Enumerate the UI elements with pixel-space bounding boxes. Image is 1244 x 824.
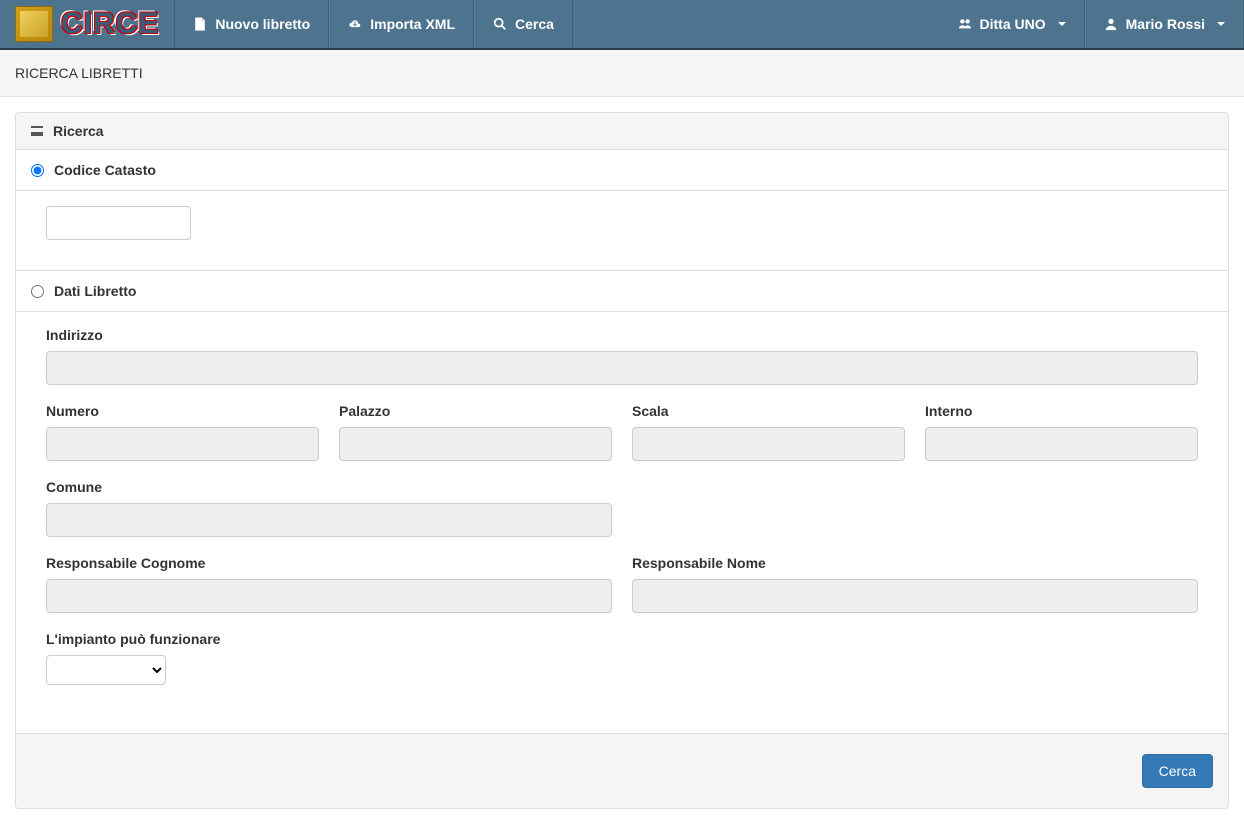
panel-heading: Ricerca — [16, 113, 1228, 150]
section-dati-libretto-body: Indirizzo Numero Palazzo Scala — [16, 311, 1228, 733]
panel-title: Ricerca — [53, 123, 104, 139]
resp-nome-input[interactable] — [632, 579, 1198, 613]
nav-nuovo-libretto[interactable]: Nuovo libretto — [175, 0, 329, 48]
interno-input[interactable] — [925, 427, 1198, 461]
brand-text: CIRCE — [61, 7, 159, 41]
brand[interactable]: CIRCE — [0, 0, 175, 48]
user-icon — [1104, 17, 1118, 31]
nav-importa-xml-label: Importa XML — [370, 16, 455, 32]
section-codice-catasto-header[interactable]: Codice Catasto — [16, 150, 1228, 190]
label-resp-nome: Responsabile Nome — [632, 555, 1198, 571]
page-title: RICERCA LIBRETTI — [0, 50, 1244, 97]
label-resp-cognome: Responsabile Cognome — [46, 555, 612, 571]
radio-codice-catasto[interactable] — [31, 164, 44, 177]
indirizzo-input[interactable] — [46, 351, 1198, 385]
label-interno: Interno — [925, 403, 1198, 419]
top-navbar: CIRCE Nuovo libretto Importa XML Cerca D… — [0, 0, 1244, 50]
panel-footer: Cerca — [16, 733, 1228, 808]
nav-nuovo-libretto-label: Nuovo libretto — [215, 16, 310, 32]
cloud-download-icon — [348, 17, 362, 31]
label-indirizzo: Indirizzo — [46, 327, 1198, 343]
file-icon — [193, 17, 207, 31]
comune-input[interactable] — [46, 503, 612, 537]
nav-ditta-label: Ditta UNO — [980, 16, 1046, 32]
nav-ditta-dropdown[interactable]: Ditta UNO — [940, 0, 1085, 48]
nav-user-label: Mario Rossi — [1126, 16, 1205, 32]
nav-user-dropdown[interactable]: Mario Rossi — [1085, 0, 1244, 48]
numero-input[interactable] — [46, 427, 319, 461]
palazzo-input[interactable] — [339, 427, 612, 461]
codice-catasto-input[interactable] — [46, 206, 191, 240]
users-icon — [958, 17, 972, 31]
caret-down-icon — [1217, 22, 1225, 26]
panel-body: Codice Catasto Dati Libretto Indirizzo N… — [16, 150, 1228, 733]
menu-icon — [31, 126, 43, 136]
nav-importa-xml[interactable]: Importa XML — [329, 0, 474, 48]
nav-left: Nuovo libretto Importa XML Cerca — [175, 0, 573, 48]
caret-down-icon — [1058, 22, 1066, 26]
section-codice-catasto-body — [16, 190, 1228, 270]
search-icon — [493, 17, 507, 31]
section-dati-libretto-label: Dati Libretto — [54, 283, 136, 299]
nav-right: Ditta UNO Mario Rossi — [940, 0, 1244, 48]
section-dati-libretto-header[interactable]: Dati Libretto — [16, 270, 1228, 311]
impianto-funz-select[interactable] — [46, 655, 166, 685]
cerca-button[interactable]: Cerca — [1142, 754, 1213, 788]
label-impianto-funz: L'impianto può funzionare — [46, 631, 220, 647]
label-numero: Numero — [46, 403, 319, 419]
brand-logo-icon — [15, 6, 53, 42]
nav-cerca-label: Cerca — [515, 16, 554, 32]
label-comune: Comune — [46, 479, 612, 495]
label-palazzo: Palazzo — [339, 403, 612, 419]
scala-input[interactable] — [632, 427, 905, 461]
search-panel: Ricerca Codice Catasto Dati Libretto Ind… — [15, 112, 1229, 809]
label-scala: Scala — [632, 403, 905, 419]
section-codice-catasto-label: Codice Catasto — [54, 162, 156, 178]
radio-dati-libretto[interactable] — [31, 285, 44, 298]
resp-cognome-input[interactable] — [46, 579, 612, 613]
nav-cerca[interactable]: Cerca — [474, 0, 573, 48]
